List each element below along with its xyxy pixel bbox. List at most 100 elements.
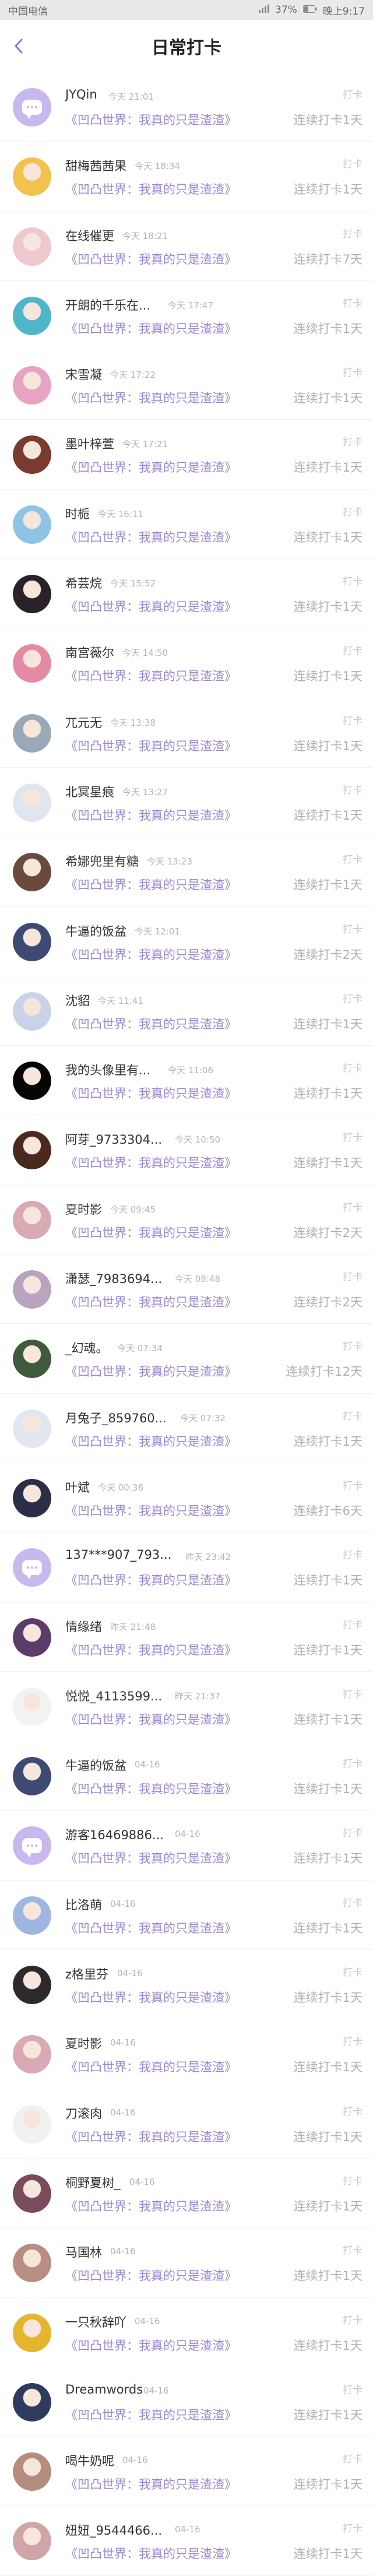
list-item[interactable]: Dreamwords 04-16 《凹凸世界：我真的只是渣渣》 打卡 连续打卡1天: [0, 2367, 373, 2437]
list-item[interactable]: 夏时影 今天 09:45 《凹凸世界：我真的只是渣渣》 打卡 连续打卡2天: [0, 1185, 373, 1255]
list-item[interactable]: _幻魂。 今天 07:34 《凹凸世界：我真的只是渣渣》 打卡 连续打卡12天: [0, 1324, 373, 1394]
list-item[interactable]: 兀元无 今天 13:38 《凹凸世界：我真的只是渣渣》 打卡 连续打卡1天: [0, 698, 373, 768]
book-title-link[interactable]: 《凹凸世界：我真的只是渣渣》: [65, 111, 237, 128]
book-title-link[interactable]: 《凹凸世界：我真的只是渣渣》: [65, 1015, 237, 1032]
list-item[interactable]: 情缘绪 昨天 21:48 《凹凸世界：我真的只是渣渣》 打卡 连续打卡1天: [0, 1602, 373, 1672]
avatar[interactable]: [13, 366, 51, 405]
list-item[interactable]: z格里芬 04-16 《凹凸世界：我真的只是渣渣》 打卡 连续打卡1天: [0, 1950, 373, 2020]
avatar[interactable]: [13, 2035, 51, 2074]
avatar[interactable]: [13, 922, 51, 961]
list-item[interactable]: 牛逼的饭盆 04-16 《凹凸世界：我真的只是渣渣》 打卡 连续打卡1天: [0, 1741, 373, 1811]
user-name[interactable]: Dreamwords: [65, 2382, 143, 2396]
book-title-link[interactable]: 《凹凸世界：我真的只是渣渣》: [65, 806, 237, 824]
list-item[interactable]: JYQin 今天 21:01 《凹凸世界：我真的只是渣渣》 打卡 连续打卡1天: [0, 72, 373, 142]
book-title-link[interactable]: 《凹凸世界：我真的只是渣渣》: [65, 1710, 237, 1728]
avatar[interactable]: [13, 1687, 51, 1726]
user-name[interactable]: 桐野夏树_: [65, 2174, 121, 2191]
user-name[interactable]: 一只秋辞吖: [65, 2313, 126, 2331]
list-item[interactable]: 喝牛奶呢 04-16 《凹凸世界：我真的只是渣渣》 打卡 连续打卡1天: [0, 2437, 373, 2507]
user-name[interactable]: _幻魂。: [65, 1339, 108, 1356]
user-name[interactable]: 月兔子_859760...: [65, 1409, 167, 1426]
book-title-link[interactable]: 《凹凸世界：我真的只是渣渣》: [65, 2058, 237, 2075]
book-title-link[interactable]: 《凹凸世界：我真的只是渣渣》: [65, 1432, 237, 1450]
list-item[interactable]: 妞妞_9544466... 04-16 《凹凸世界：我真的只是渣渣》 打卡 连续打卡1天: [0, 2506, 373, 2576]
list-item[interactable]: 墨叶梓萱 今天 17:21 《凹凸世界：我真的只是渣渣》 打卡 连续打卡1天: [0, 420, 373, 490]
avatar[interactable]: [13, 2313, 51, 2352]
book-title-link[interactable]: 《凹凸世界：我真的只是渣渣》: [65, 1780, 237, 1797]
avatar[interactable]: [13, 88, 51, 126]
list-item[interactable]: 马国林 04-16 《凹凸世界：我真的只是渣渣》 打卡 连续打卡1天: [0, 2228, 373, 2298]
list-item[interactable]: 在线催更 今天 18:21 《凹凸世界：我真的只是渣渣》 打卡 连续打卡7天: [0, 212, 373, 281]
user-name[interactable]: 兀元无: [65, 714, 102, 731]
user-name[interactable]: 我的头像里有...: [65, 1061, 150, 1078]
user-name[interactable]: 悦悦_4113599...: [65, 1687, 162, 1705]
avatar[interactable]: [13, 2452, 51, 2491]
avatar[interactable]: [13, 1270, 51, 1309]
user-name[interactable]: 时栀: [65, 505, 90, 522]
book-title-link[interactable]: 《凹凸世界：我真的只是渣渣》: [65, 528, 237, 546]
user-name[interactable]: 希娜兜里有糖: [65, 852, 139, 870]
user-name[interactable]: 宋雪凝: [65, 366, 102, 383]
book-title-link[interactable]: 《凹凸世界：我真的只是渣渣》: [65, 389, 237, 406]
book-title-link[interactable]: 《凹凸世界：我真的只是渣渣》: [65, 1988, 237, 2006]
book-title-link[interactable]: 《凹凸世界：我真的只是渣渣》: [65, 2336, 237, 2354]
avatar[interactable]: [13, 2382, 51, 2422]
list-item[interactable]: 阿芽_9733304... 今天 10:50 《凹凸世界：我真的只是渣渣》 打卡 连续打…: [0, 1115, 373, 1185]
list-item[interactable]: 刀滚肉 04-16 《凹凸世界：我真的只是渣渣》 打卡 连续打卡1天: [0, 2089, 373, 2159]
user-name[interactable]: 阿芽_9733304...: [65, 1130, 162, 1148]
avatar[interactable]: [13, 644, 51, 683]
user-name[interactable]: 喝牛奶呢: [65, 2452, 114, 2469]
user-name[interactable]: 北冥星痕: [65, 783, 114, 800]
user-name[interactable]: 牛逼的饭盆: [65, 1756, 126, 1774]
avatar[interactable]: [13, 1200, 51, 1239]
user-name[interactable]: 甜梅茜茜果: [65, 157, 126, 174]
user-name[interactable]: 希芸烷: [65, 574, 102, 592]
list-item[interactable]: 比洛萌 04-16 《凹凸世界：我真的只是渣渣》 打卡 连续打卡1天: [0, 1881, 373, 1951]
avatar[interactable]: [13, 2174, 51, 2213]
user-name[interactable]: 沈貂: [65, 992, 90, 1009]
user-name[interactable]: 夏时影: [65, 2034, 102, 2052]
book-title-link[interactable]: 《凹凸世界：我真的只是渣渣》: [65, 2266, 237, 2284]
back-button[interactable]: [10, 38, 27, 54]
user-name[interactable]: 开朗的千乐在...: [65, 296, 150, 314]
list-item[interactable]: 宋雪凝 今天 17:22 《凹凸世界：我真的只是渣渣》 打卡 连续打卡1天: [0, 350, 373, 420]
avatar[interactable]: [13, 505, 51, 544]
list-item[interactable]: 南宫薇尔 今天 14:50 《凹凸世界：我真的只是渣渣》 打卡 连续打卡1天: [0, 628, 373, 698]
book-title-link[interactable]: 《凹凸世界：我真的只是渣渣》: [65, 598, 237, 615]
book-title-link[interactable]: 《凹凸世界：我真的只是渣渣》: [65, 1154, 237, 1171]
book-title-link[interactable]: 《凹凸世界：我真的只是渣渣》: [65, 2475, 237, 2493]
book-title-link[interactable]: 《凹凸世界：我真的只是渣渣》: [65, 1849, 237, 1867]
book-title-link[interactable]: 《凹凸世界：我真的只是渣渣》: [65, 2128, 237, 2145]
avatar[interactable]: [13, 992, 51, 1031]
list-item[interactable]: 开朗的千乐在... 今天 17:47 《凹凸世界：我真的只是渣渣》 打卡 连续打卡1天: [0, 281, 373, 351]
book-title-link[interactable]: 《凹凸世界：我真的只是渣渣》: [65, 737, 237, 754]
avatar[interactable]: [13, 575, 51, 614]
user-name[interactable]: 137***907_793...: [65, 1548, 171, 1562]
avatar[interactable]: [13, 714, 51, 753]
user-name[interactable]: 妞妞_9544466...: [65, 2521, 162, 2539]
book-title-link[interactable]: 《凹凸世界：我真的只是渣渣》: [65, 2406, 237, 2423]
book-title-link[interactable]: 《凹凸世界：我真的只是渣渣》: [65, 1919, 237, 1937]
avatar[interactable]: [13, 783, 51, 822]
avatar[interactable]: [13, 435, 51, 475]
avatar[interactable]: [13, 157, 51, 196]
book-title-link[interactable]: 《凹凸世界：我真的只是渣渣》: [65, 876, 237, 893]
user-name[interactable]: 叶斌: [65, 1478, 90, 1496]
list-item[interactable]: 月兔子_859760... 今天 07:32 《凹凸世界：我真的只是渣渣》 打卡 连续打…: [0, 1394, 373, 1463]
avatar[interactable]: [13, 1131, 51, 1170]
user-name[interactable]: 游客16469886...: [65, 1826, 164, 1843]
user-name[interactable]: 比洛萌: [65, 1896, 102, 1913]
user-name[interactable]: z格里芬: [65, 1965, 108, 1983]
avatar[interactable]: [13, 1826, 51, 1865]
avatar[interactable]: [13, 1478, 51, 1517]
book-title-link[interactable]: 《凹凸世界：我真的只是渣渣》: [65, 2545, 237, 2562]
book-title-link[interactable]: 《凹凸世界：我真的只是渣渣》: [65, 250, 237, 268]
avatar[interactable]: [13, 296, 51, 335]
list-item[interactable]: 北冥星痕 今天 13:27 《凹凸世界：我真的只是渣渣》 打卡 连续打卡1天: [0, 768, 373, 838]
avatar[interactable]: [13, 1618, 51, 1657]
list-item[interactable]: 我的头像里有... 今天 11:06 《凹凸世界：我真的只是渣渣》 打卡 连续打卡1天: [0, 1046, 373, 1116]
list-item[interactable]: 希娜兜里有糖 今天 13:23 《凹凸世界：我真的只是渣渣》 打卡 连续打卡1天: [0, 837, 373, 907]
list-item[interactable]: 牛逼的饭盆 今天 12:01 《凹凸世界：我真的只是渣渣》 打卡 连续打卡2天: [0, 907, 373, 976]
list-item[interactable]: 夏时影 04-16 《凹凸世界：我真的只是渣渣》 打卡 连续打卡1天: [0, 2019, 373, 2089]
user-name[interactable]: 刀滚肉: [65, 2104, 102, 2122]
